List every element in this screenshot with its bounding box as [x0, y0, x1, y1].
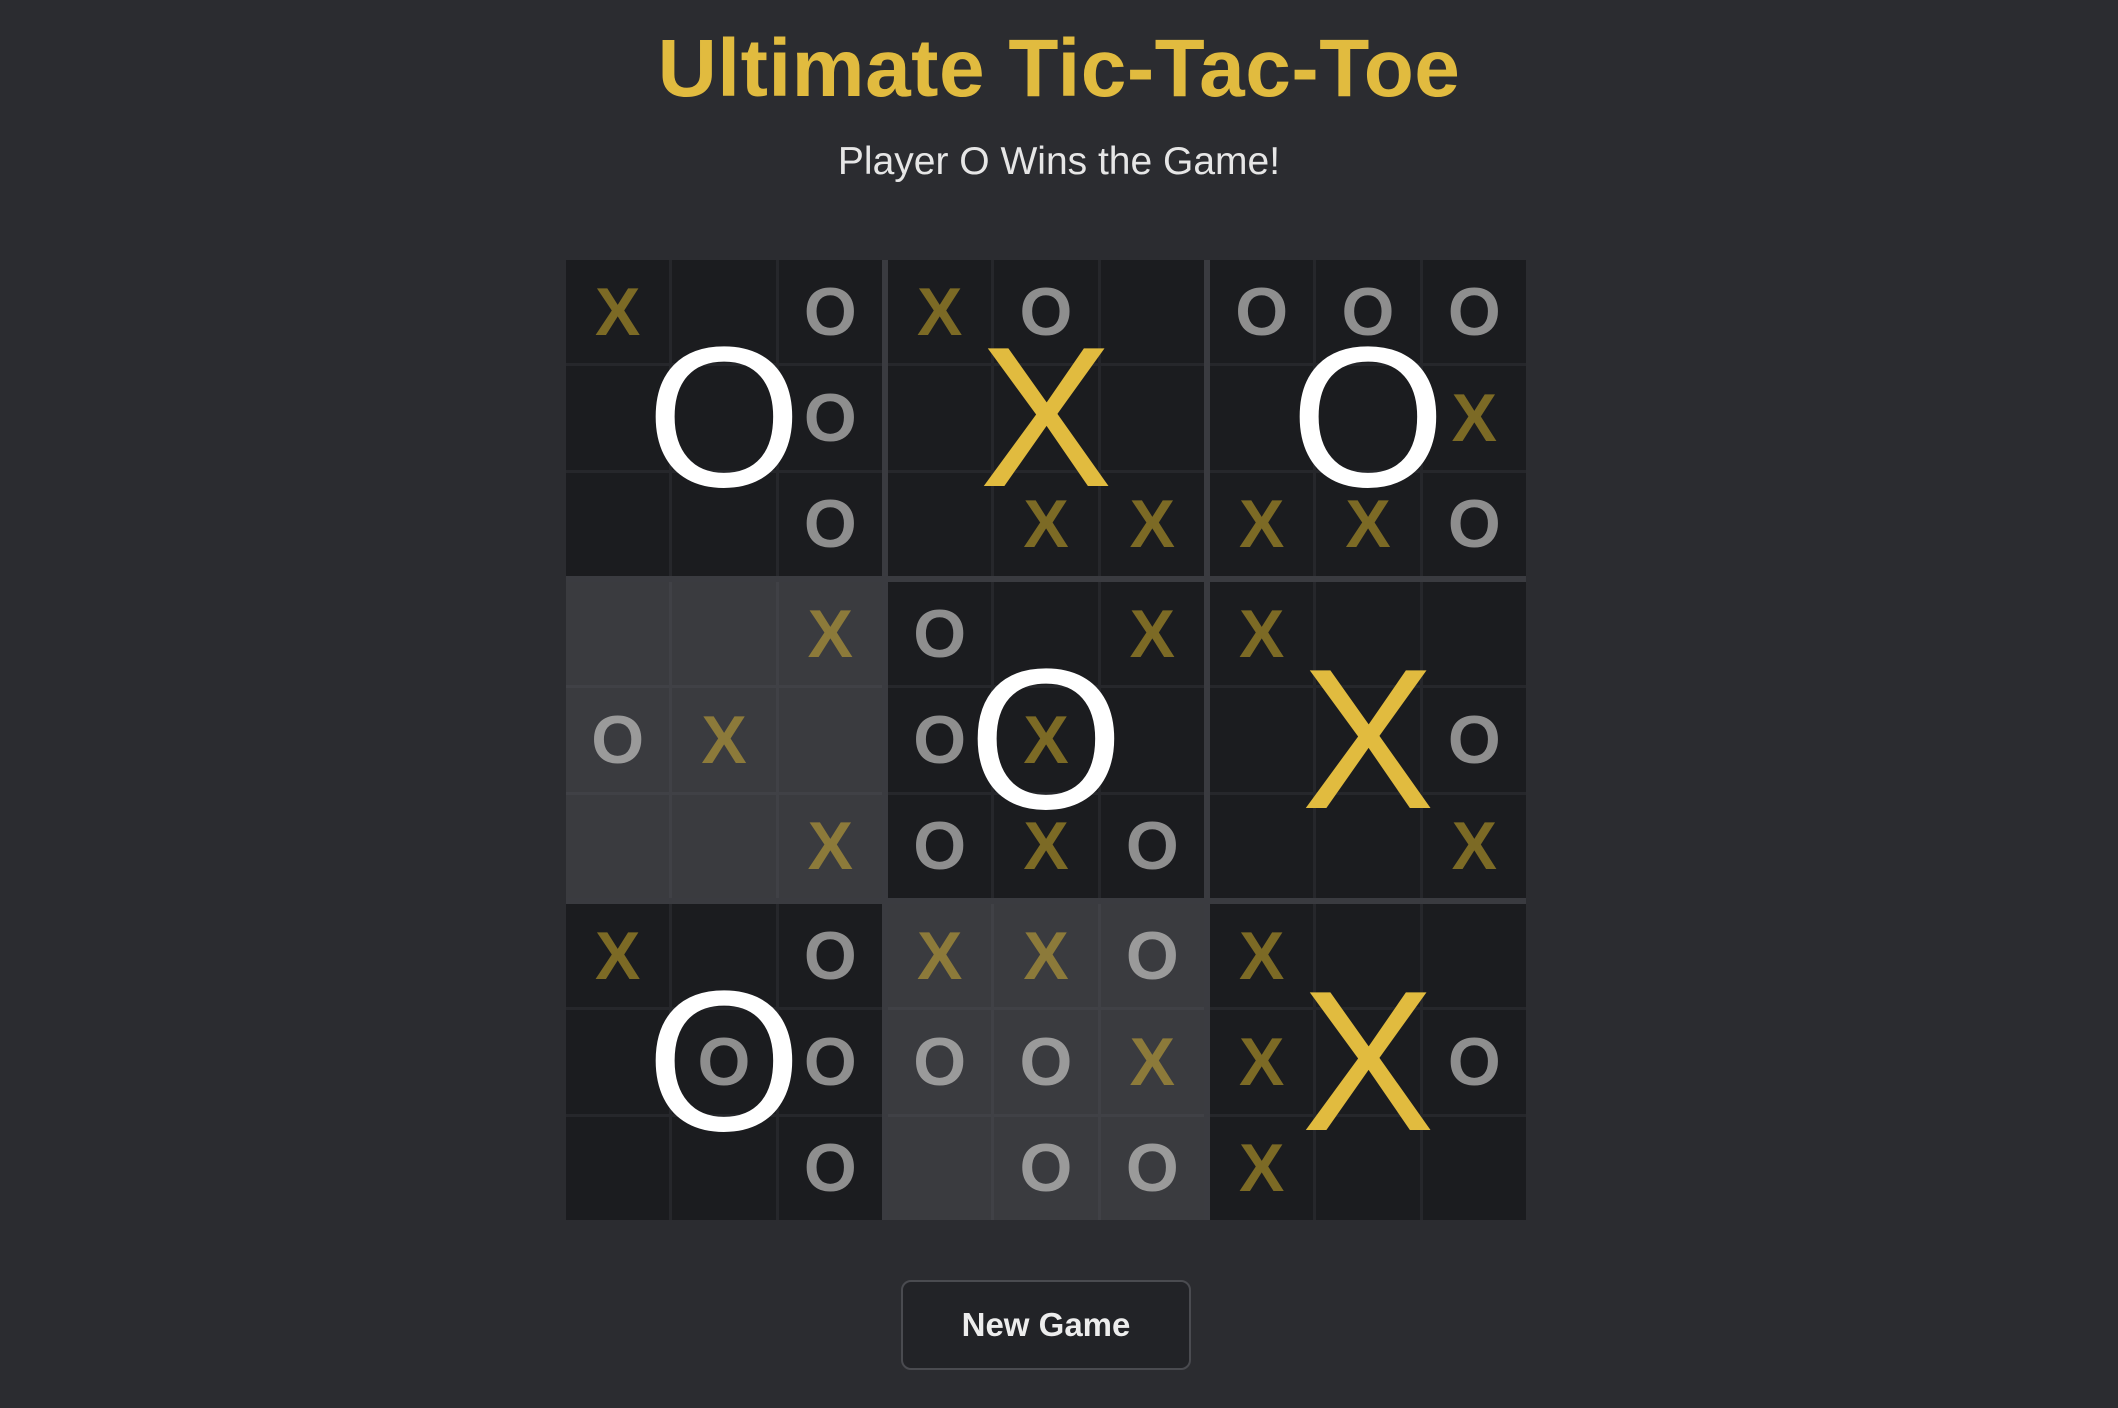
cell[interactable] [1210, 366, 1314, 470]
cell[interactable]: O [1100, 904, 1204, 1008]
game-board: XOOOOXOXXXOOOXXXOOXOXXOXOXOXOOXOXXXOOOOO… [566, 260, 1526, 1220]
game-status: Player O Wins the Game! [837, 140, 1281, 183]
cell[interactable]: X [994, 688, 1098, 792]
cell[interactable] [566, 1010, 670, 1114]
cell[interactable]: O [778, 904, 882, 1008]
cell[interactable] [672, 794, 776, 898]
cell[interactable] [672, 904, 776, 1008]
cell[interactable]: O [994, 1010, 1098, 1114]
cell[interactable]: X [888, 260, 992, 364]
cell[interactable] [566, 1116, 670, 1220]
cell[interactable] [1422, 1116, 1526, 1220]
cell[interactable]: O [778, 366, 882, 470]
cell[interactable]: O [1422, 1010, 1526, 1114]
cell[interactable]: O [1210, 260, 1314, 364]
subboard-6: XOXX [1210, 582, 1526, 898]
subboard-7: XOOOOO [566, 904, 882, 1220]
cell[interactable] [672, 366, 776, 470]
cell[interactable] [1100, 688, 1204, 792]
cell[interactable]: O [778, 260, 882, 364]
cell[interactable]: X [1210, 1010, 1314, 1114]
cell[interactable]: O [778, 1010, 882, 1114]
cell[interactable]: X [566, 904, 670, 1008]
cell[interactable] [1422, 582, 1526, 686]
subboard-3: OOOXXXOO [1210, 260, 1526, 576]
cell[interactable]: O [566, 688, 670, 792]
cell[interactable] [1100, 366, 1204, 470]
cell[interactable] [566, 366, 670, 470]
cell[interactable]: O [1422, 688, 1526, 792]
cell[interactable]: X [994, 794, 1098, 898]
cell[interactable] [1316, 904, 1420, 1008]
cell[interactable] [672, 472, 776, 576]
cell[interactable] [888, 1116, 992, 1220]
cell[interactable] [778, 688, 882, 792]
cell[interactable]: O [994, 260, 1098, 364]
cell[interactable] [1422, 904, 1526, 1008]
cell[interactable] [566, 472, 670, 576]
subboard-1: XOOOO [566, 260, 882, 576]
cell[interactable]: O [1422, 260, 1526, 364]
cell[interactable] [566, 582, 670, 686]
cell[interactable] [1316, 794, 1420, 898]
cell[interactable]: X [672, 688, 776, 792]
cell[interactable]: X [994, 904, 1098, 1008]
cell[interactable]: X [1210, 1116, 1314, 1220]
cell[interactable]: O [888, 1010, 992, 1114]
cell[interactable]: X [778, 794, 882, 898]
cell[interactable]: X [1422, 366, 1526, 470]
cell[interactable]: O [672, 1010, 776, 1114]
cell[interactable] [1316, 688, 1420, 792]
subboard-2: XOXXX [888, 260, 1204, 576]
cell[interactable]: X [1100, 1010, 1204, 1114]
cell[interactable]: O [888, 582, 992, 686]
page-title: Ultimate Tic-Tac-Toe [657, 23, 1461, 114]
cell[interactable]: X [1210, 582, 1314, 686]
cell[interactable] [672, 260, 776, 364]
cell[interactable]: X [1100, 472, 1204, 576]
cell[interactable] [888, 366, 992, 470]
cell[interactable]: O [778, 472, 882, 576]
cell[interactable] [672, 582, 776, 686]
cell[interactable]: O [888, 688, 992, 792]
cell[interactable] [994, 582, 1098, 686]
cell[interactable] [1316, 366, 1420, 470]
subboard-8: XXOOOXOO [888, 904, 1204, 1220]
cell[interactable]: X [1316, 472, 1420, 576]
cell[interactable]: X [566, 260, 670, 364]
cell[interactable] [1210, 688, 1314, 792]
cell[interactable]: O [1100, 1116, 1204, 1220]
cell[interactable] [1100, 260, 1204, 364]
subboard-4: XOXX [566, 582, 882, 898]
cell[interactable]: X [888, 904, 992, 1008]
cell[interactable]: X [1210, 904, 1314, 1008]
new-game-button[interactable]: New Game [901, 1280, 1191, 1370]
cell[interactable]: X [1422, 794, 1526, 898]
cell[interactable] [1316, 1116, 1420, 1220]
cell[interactable] [672, 1116, 776, 1220]
cell[interactable]: O [1100, 794, 1204, 898]
cell[interactable]: O [994, 1116, 1098, 1220]
cell[interactable]: O [1422, 472, 1526, 576]
subboard-5: OXOXOXOO [888, 582, 1204, 898]
cell[interactable] [1316, 1010, 1420, 1114]
cell[interactable]: X [778, 582, 882, 686]
cell[interactable]: O [888, 794, 992, 898]
cell[interactable]: X [1210, 472, 1314, 576]
cell[interactable]: O [1316, 260, 1420, 364]
cell[interactable] [994, 366, 1098, 470]
subboard-9: XXOXX [1210, 904, 1526, 1220]
cell[interactable]: X [1100, 582, 1204, 686]
cell[interactable] [888, 472, 992, 576]
cell[interactable]: X [994, 472, 1098, 576]
cell[interactable] [1210, 794, 1314, 898]
cell[interactable] [1316, 582, 1420, 686]
cell[interactable]: O [778, 1116, 882, 1220]
cell[interactable] [566, 794, 670, 898]
